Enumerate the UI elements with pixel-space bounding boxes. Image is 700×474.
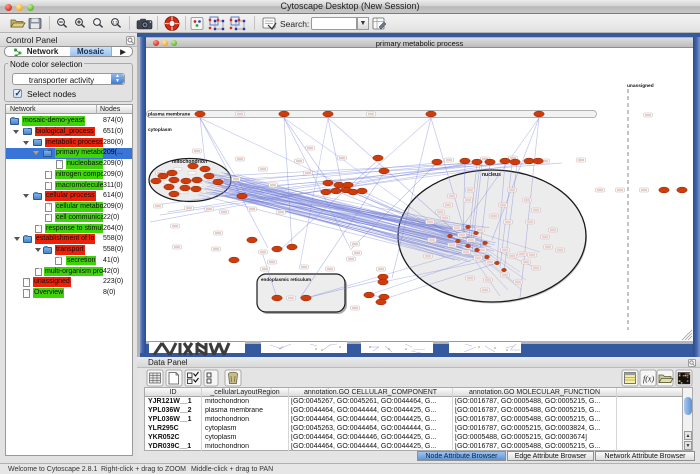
- svg-text:plasma membrane: plasma membrane: [148, 112, 190, 118]
- svg-text:nucleus: nucleus: [482, 172, 501, 178]
- svg-text:f(x): f(x): [643, 375, 654, 384]
- svg-text:1:1: 1:1: [112, 20, 118, 25]
- svg-text:endoplasmic reticulum: endoplasmic reticulum: [261, 277, 311, 282]
- svg-text:unassigned: unassigned: [627, 83, 654, 89]
- svg-text:cytoplasm: cytoplasm: [148, 127, 172, 133]
